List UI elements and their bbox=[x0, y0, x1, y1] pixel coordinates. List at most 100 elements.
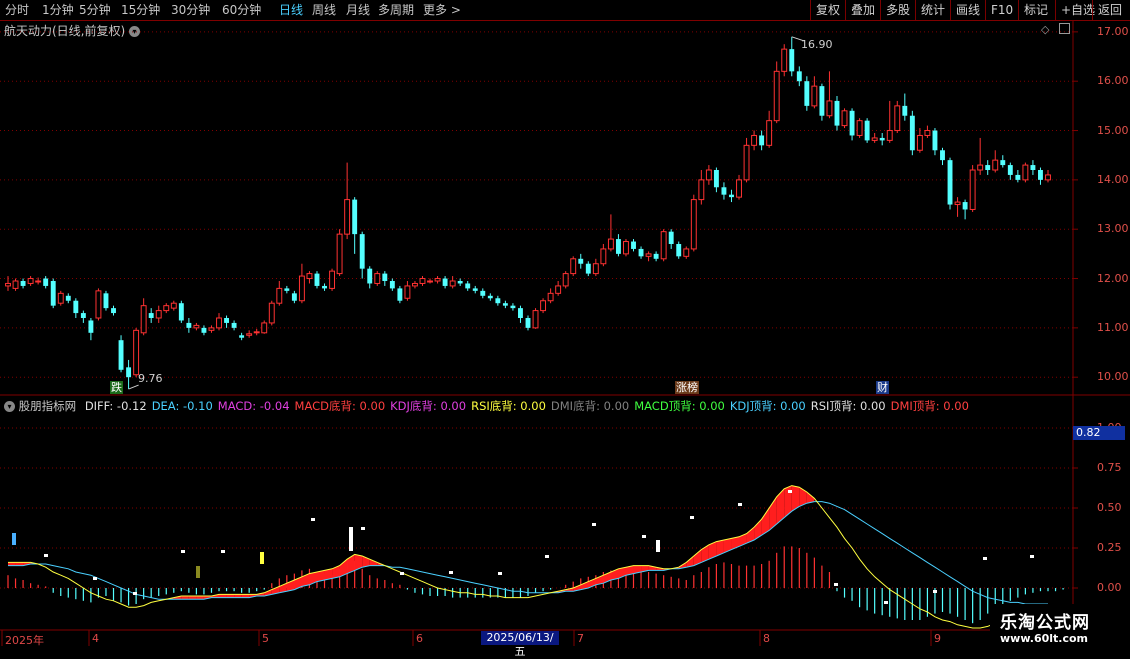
time-label-3: 6 bbox=[416, 632, 423, 645]
signal-mark-17 bbox=[690, 516, 694, 519]
price-label-2: 15.00 bbox=[1097, 123, 1129, 137]
candle-body-88 bbox=[668, 231, 674, 244]
candle-body-8 bbox=[65, 295, 71, 301]
diff-line bbox=[8, 485, 1048, 629]
main-chart[interactable] bbox=[0, 0, 1130, 650]
candle-body-12 bbox=[95, 290, 102, 319]
candle-body-69 bbox=[525, 318, 531, 328]
price-label-3: 14.00 bbox=[1097, 172, 1129, 186]
candle-body-37 bbox=[284, 288, 290, 291]
candle-body-106 bbox=[804, 81, 810, 106]
signal-mark-7 bbox=[311, 518, 315, 521]
candle-body-32 bbox=[246, 333, 253, 336]
signal-mark-22 bbox=[933, 590, 937, 593]
candle-body-62 bbox=[472, 288, 478, 291]
candle-body-61 bbox=[465, 283, 471, 289]
signal-mark-10 bbox=[400, 572, 404, 575]
event-tag-finance[interactable]: 财 bbox=[876, 381, 889, 394]
candle-body-138 bbox=[1045, 174, 1051, 181]
candle-body-30 bbox=[231, 322, 237, 328]
signal-mark-11 bbox=[449, 571, 453, 574]
candle-body-91 bbox=[690, 199, 697, 250]
candle-body-57 bbox=[434, 278, 441, 282]
signal-mark-2 bbox=[93, 577, 97, 580]
candle-body-4 bbox=[35, 280, 42, 283]
candle-body-10 bbox=[80, 313, 86, 318]
candle-body-55 bbox=[419, 278, 426, 284]
signal-mark-8 bbox=[349, 527, 353, 551]
candle-body-60 bbox=[457, 281, 463, 284]
candle-body-82 bbox=[623, 241, 629, 255]
price-label-0: 17.00 bbox=[1097, 24, 1129, 38]
candle-body-101 bbox=[766, 120, 773, 146]
candle-body-110 bbox=[834, 100, 840, 126]
candle-body-129 bbox=[977, 164, 984, 171]
time-label-5: 8 bbox=[763, 632, 770, 645]
event-tag-drop[interactable]: 跌 bbox=[110, 381, 123, 394]
candle-body-67 bbox=[510, 305, 516, 309]
signal-mark-20 bbox=[834, 583, 838, 586]
candle-body-84 bbox=[638, 248, 644, 257]
indicator-item-3: MACD底背: 0.00 bbox=[294, 399, 386, 413]
cursor-date-text: 2025/06/13/五 bbox=[486, 631, 554, 658]
price-label-7: 10.00 bbox=[1097, 370, 1129, 384]
watermark-url: www.60lt.com bbox=[1000, 632, 1089, 645]
indicator-current-text: 0.82 bbox=[1076, 426, 1101, 439]
indicator-name[interactable]: 股朋指标网 bbox=[19, 399, 77, 413]
signal-mark-5 bbox=[221, 550, 225, 553]
candle-body-94 bbox=[713, 170, 719, 188]
signal-mark-15 bbox=[642, 535, 646, 538]
candle-body-102 bbox=[773, 70, 780, 122]
candle-body-131 bbox=[992, 159, 999, 171]
indicator-item-10: DMI顶背: 0.00 bbox=[890, 399, 969, 413]
candle-body-90 bbox=[683, 248, 690, 257]
candle-body-5 bbox=[43, 278, 49, 286]
candle-body-81 bbox=[615, 239, 621, 254]
candle-body-45 bbox=[344, 199, 351, 235]
candle-body-70 bbox=[532, 310, 539, 329]
candle-body-119 bbox=[902, 105, 908, 116]
candle-body-137 bbox=[1038, 170, 1043, 180]
indicator-item-9: RSI顶背: 0.00 bbox=[810, 399, 886, 413]
candle-body-38 bbox=[291, 293, 297, 301]
candle-body-93 bbox=[705, 169, 712, 181]
candle-body-127 bbox=[962, 202, 968, 210]
candle-body-132 bbox=[1000, 160, 1006, 166]
signal-mark-16 bbox=[656, 540, 660, 552]
signal-mark-19 bbox=[788, 490, 792, 493]
candle-body-2 bbox=[20, 281, 26, 286]
candle-body-120 bbox=[909, 115, 915, 151]
indicator-item-1: DEA: -0.10 bbox=[151, 399, 213, 413]
candle-body-83 bbox=[631, 241, 636, 249]
indicator-item-8: KDJ顶背: 0.00 bbox=[729, 399, 806, 413]
event-tag-gain-list[interactable]: 涨榜 bbox=[675, 381, 699, 394]
candle-body-54 bbox=[412, 282, 418, 287]
candle-body-74 bbox=[562, 273, 569, 287]
event-tag-drop-text: 跌 bbox=[111, 381, 122, 394]
candle-body-9 bbox=[73, 300, 79, 314]
candle-body-63 bbox=[480, 290, 486, 296]
candle-body-133 bbox=[1007, 165, 1013, 175]
indicator-label-3: 0.25 bbox=[1097, 541, 1122, 554]
signal-mark-3 bbox=[133, 592, 137, 595]
high-price-text: 16.90 bbox=[801, 38, 833, 51]
candle-body-36 bbox=[276, 287, 283, 304]
candle-body-71 bbox=[540, 300, 547, 312]
candle-body-1 bbox=[12, 280, 19, 289]
candle-body-66 bbox=[502, 303, 508, 306]
candle-body-18 bbox=[140, 305, 147, 334]
candle-body-128 bbox=[969, 169, 976, 210]
candle-body-130 bbox=[985, 165, 991, 170]
candle-body-72 bbox=[547, 292, 554, 302]
candle-body-31 bbox=[239, 335, 245, 338]
candle-body-47 bbox=[359, 234, 365, 269]
watermark: 乐淘公式网 www.60lt.com bbox=[990, 604, 1130, 650]
indicator-menu-icon[interactable]: ▾ bbox=[4, 401, 15, 412]
candle-body-15 bbox=[118, 340, 124, 370]
candle-body-98 bbox=[743, 144, 750, 181]
candle-body-64 bbox=[487, 295, 493, 299]
candle-body-24 bbox=[186, 322, 192, 328]
candle-body-105 bbox=[796, 71, 802, 82]
candle-body-58 bbox=[442, 278, 448, 286]
candle-body-107 bbox=[811, 85, 818, 107]
